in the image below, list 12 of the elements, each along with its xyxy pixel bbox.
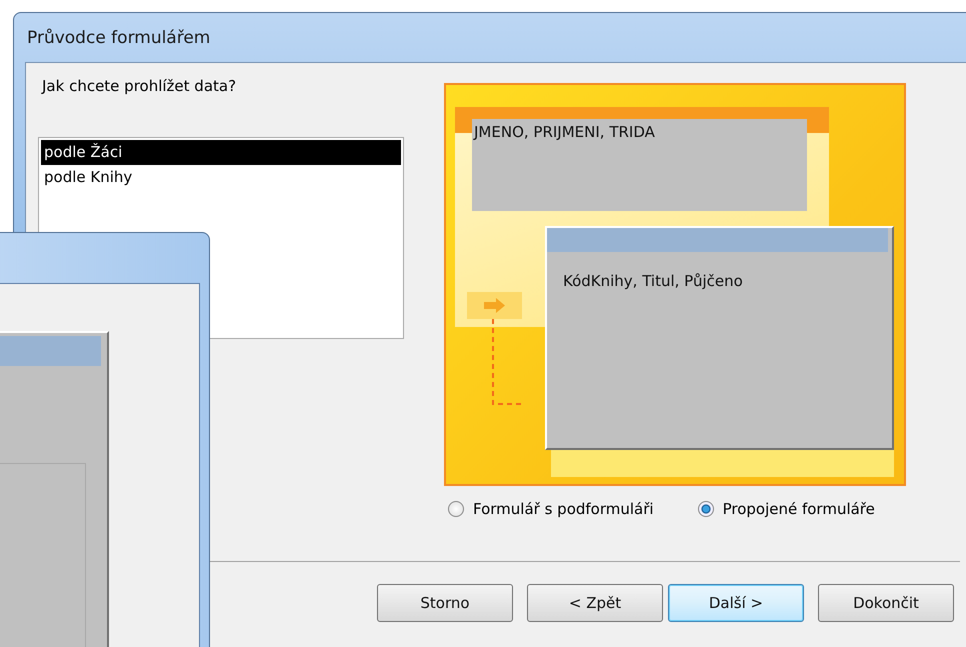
list-item[interactable]: podle Knihy [41,165,401,190]
list-item[interactable]: podle Žáci [41,140,401,165]
radio-button[interactable] [698,501,714,517]
dialog-button[interactable]: Další > [668,584,804,622]
radio-button[interactable] [448,501,464,517]
window-title: Průvodce formulářem [27,28,210,48]
dialog-button[interactable]: < Zpět [527,584,663,622]
dialog-button[interactable]: Storno [377,584,513,622]
linked-form-fields: KódKnihy, Titul, Půjčeno [547,252,892,290]
prompt-text: Jak chcete prohlížet data? [42,77,238,95]
dialog-button[interactable]: Dokončit [818,584,954,622]
main-form-fields: JMENO, PRIJMENI, TRIDA [474,123,655,141]
